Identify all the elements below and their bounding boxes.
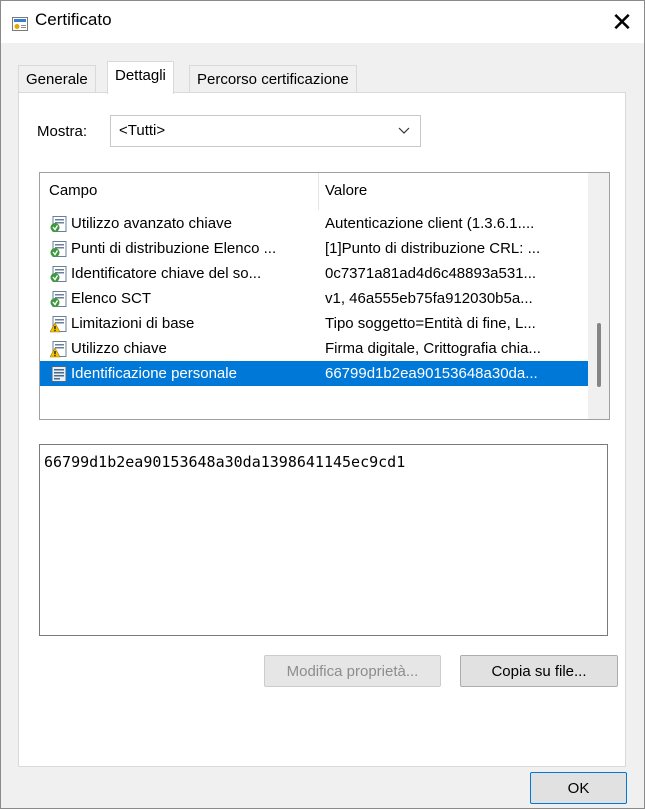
show-label: Mostra: — [37, 123, 88, 140]
list-header: Campo Valore — [40, 173, 588, 210]
edit-properties-button[interactable]: Modifica proprietà... — [264, 655, 441, 687]
field-value: Firma digitale, Crittografia chia... — [325, 340, 541, 357]
ok-button[interactable]: OK — [530, 772, 627, 804]
chevron-down-icon — [398, 127, 410, 134]
list-item[interactable]: Utilizzo avanzato chiave Autenticazione … — [40, 211, 588, 236]
title-bar: Certificato ✕ — [1, 1, 644, 43]
certificate-dialog: Certificato ✕ Generale Dettagli Percorso… — [0, 0, 645, 809]
list-item[interactable]: Utilizzo chiave Firma digitale, Crittogr… — [40, 336, 588, 361]
fields-list: Campo Valore Utilizzo avanzato chiave Au… — [39, 172, 610, 420]
extension-icon — [50, 291, 67, 307]
list-item[interactable]: Elenco SCT v1, 46a555eb75fa912030b5a... — [40, 286, 588, 311]
field-value: 66799d1b2ea90153648a30da... — [325, 365, 538, 382]
close-button[interactable]: ✕ — [600, 1, 644, 43]
field-value: 0c7371a81ad4d6c48893a531... — [325, 265, 537, 282]
value-detail-box[interactable]: 66799d1b2ea90153648a30da1398641145ec9cd1 — [39, 444, 608, 636]
field-value: Autenticazione client (1.3.6.1.... — [325, 215, 535, 232]
field-name: Identificatore chiave del so... — [71, 265, 262, 282]
column-header-value[interactable]: Valore — [325, 182, 367, 199]
extension-icon — [50, 216, 67, 232]
tab-certification-path[interactable]: Percorso certificazione — [189, 65, 357, 93]
field-value: Tipo soggetto=Entità di fine, L... — [325, 315, 536, 332]
close-icon: ✕ — [611, 6, 633, 37]
field-value: v1, 46a555eb75fa912030b5a... — [325, 290, 533, 307]
field-name: Elenco SCT — [71, 290, 152, 307]
list-scrollbar[interactable] — [588, 173, 609, 419]
show-dropdown-value: <Tutti> — [119, 122, 166, 139]
list-item-selected[interactable]: Identificazione personale 66799d1b2ea901… — [40, 361, 588, 386]
critical-extension-icon — [50, 341, 67, 358]
field-name: Punti di distribuzione Elenco ... — [71, 240, 277, 257]
value-detail-text: 66799d1b2ea90153648a30da1398641145ec9cd1 — [44, 453, 406, 471]
property-icon — [51, 366, 67, 382]
window-title: Certificato — [35, 10, 112, 29]
details-panel: Mostra: <Tutti> Campo Valore Utilizzo av… — [18, 92, 626, 767]
list-item[interactable]: Identificatore chiave del so... 0c7371a8… — [40, 261, 588, 286]
list-item[interactable]: Punti di distribuzione Elenco ... [1]Pun… — [40, 236, 588, 261]
extension-icon — [50, 266, 67, 282]
certificate-icon — [12, 17, 28, 31]
column-header-field[interactable]: Campo — [49, 182, 97, 199]
extension-icon — [50, 241, 67, 257]
tab-general[interactable]: Generale — [18, 65, 96, 93]
field-name: Limitazioni di base — [71, 315, 195, 332]
show-dropdown[interactable]: <Tutti> — [110, 115, 421, 147]
field-name: Utilizzo avanzato chiave — [71, 215, 232, 232]
field-value: [1]Punto di distribuzione CRL: ... — [325, 240, 541, 257]
copy-to-file-button[interactable]: Copia su file... — [460, 655, 618, 687]
field-name: Identificazione personale — [71, 365, 237, 382]
critical-extension-icon — [50, 316, 67, 333]
list-item[interactable]: Limitazioni di base Tipo soggetto=Entità… — [40, 311, 588, 336]
field-name: Utilizzo chiave — [71, 340, 167, 357]
column-separator[interactable] — [318, 173, 319, 210]
scrollbar-thumb[interactable] — [597, 323, 601, 387]
tab-details[interactable]: Dettagli — [107, 61, 174, 94]
